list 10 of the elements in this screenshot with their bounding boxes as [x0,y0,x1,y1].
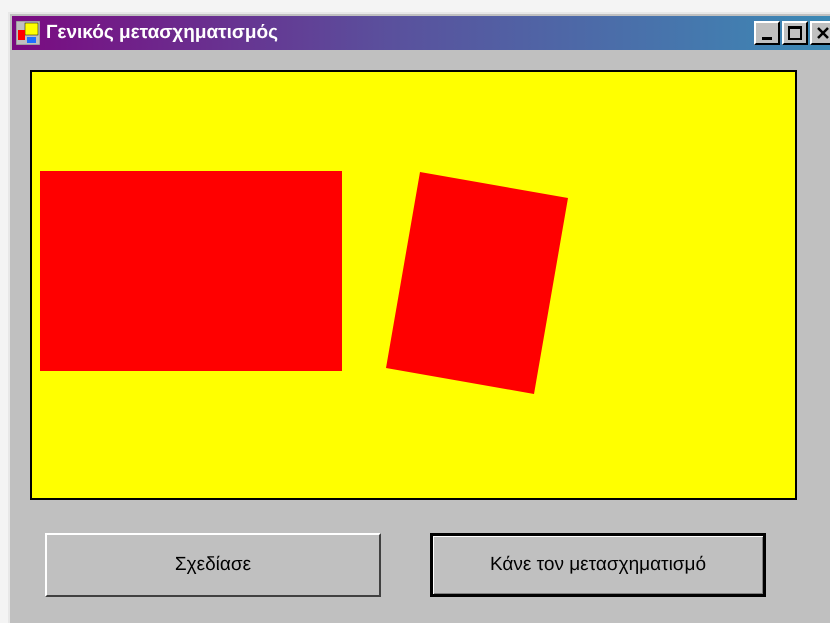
push-button[interactable]: Κάνε τον μετασχηματισμό [430,533,766,597]
app-icon [16,21,40,45]
minimize-icon [762,36,772,40]
window-title: Γενικός μετασχηματισμός [46,22,279,44]
close-button[interactable] [810,21,830,45]
close-icon [816,26,830,40]
push-button[interactable]: Σχεδίασε [45,533,381,597]
maximize-icon [788,26,802,40]
maximize-button[interactable] [782,21,808,45]
minimize-button[interactable] [754,21,780,45]
